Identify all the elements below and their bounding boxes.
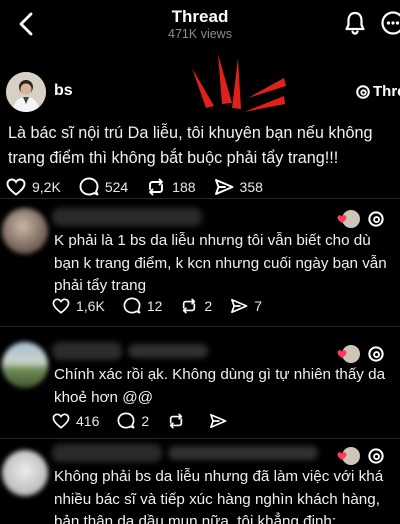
repost-button[interactable]: 2 [180,298,212,314]
share-button[interactable]: 7 [230,298,262,314]
reply-avatar[interactable] [2,342,48,388]
view-count: 471K views [168,27,232,41]
repost-button[interactable]: 188 [146,178,196,196]
reply-actions: 416 2 [52,412,251,429]
share-icon [210,413,227,428]
threads-logo-icon[interactable] [368,346,384,362]
avatar[interactable] [6,72,46,112]
heart-icon [52,412,70,429]
author-name[interactable]: bs [54,82,73,100]
like-count: 416 [76,412,100,429]
liker-avatar [337,210,360,228]
comment-count: 2 [141,412,150,429]
divider [0,198,400,199]
bell-icon[interactable] [342,10,368,36]
post-actions: 9,2K 524 188 358 [6,177,281,196]
liker-avatar [337,447,360,465]
divider [0,438,400,439]
reply-avatar[interactable] [2,450,48,496]
more-icon[interactable] [380,10,400,36]
heart-icon [337,215,347,223]
reply-reactions [337,210,384,228]
reply-author-redacted [52,342,122,360]
threads-logo-icon[interactable] [368,211,384,227]
heart-icon [337,452,347,460]
share-icon [214,178,233,195]
share-count: 358 [239,178,263,195]
share-count: 7 [254,297,262,314]
comment-button[interactable]: 2 [117,412,149,429]
comment-count: 12 [146,297,163,314]
comment-button[interactable]: 524 [79,177,128,196]
reply-author-redacted [52,444,162,462]
like-button[interactable]: 1,6K [52,298,105,314]
comment-icon [123,297,141,314]
comment-button[interactable]: 12 [123,297,163,314]
like-button[interactable]: 9,2K [6,178,61,196]
reply-reactions [337,345,384,363]
heart-icon [337,350,347,358]
open-in-threads-link[interactable]: Threa [356,83,400,100]
annotation-marks [192,54,286,112]
repost-icon [169,412,183,429]
comment-icon [117,412,135,429]
reply-author-redacted [52,208,202,226]
repost-icon [149,178,164,195]
share-button[interactable] [209,413,233,429]
heart-icon [52,297,70,314]
comment-count: 524 [104,178,129,195]
repost-icon [183,297,196,314]
like-count: 1,6K [76,297,105,314]
threads-logo-icon [356,84,370,99]
divider [0,326,400,327]
liker-avatar [337,345,360,363]
repost-count: 2 [204,297,213,314]
top-bar: Thread 471K views [0,0,400,48]
threads-logo-icon[interactable] [368,448,384,464]
share-button[interactable]: 358 [214,178,263,196]
reply-actions: 1,6K 12 2 7 [52,297,280,314]
like-count: 9,2K [32,178,61,195]
reply-avatar[interactable] [2,208,48,254]
repost-button[interactable] [167,412,191,429]
repost-count: 188 [172,178,196,195]
threads-link-label: Threa [373,83,400,100]
reply-text: Chính xác rồi ạk. Không dùng gì tự nhiên… [54,366,386,406]
comment-icon [79,177,99,196]
reply-text: Không phải bs da liễu nhưng đã làm việc … [54,468,384,524]
like-button[interactable]: 416 [52,413,99,429]
reply-text: K phải là 1 bs da liễu nhưng tôi vẫn biế… [54,232,387,294]
page-title: Thread [171,7,229,26]
post-text: Là bác sĩ nội trú Da liễu, tôi khuyên bạ… [8,124,373,167]
share-icon [231,298,248,313]
heart-icon [6,178,26,196]
reply-author-redacted [168,446,318,460]
reply-author-redacted [128,344,208,358]
reply-reactions [337,447,384,465]
